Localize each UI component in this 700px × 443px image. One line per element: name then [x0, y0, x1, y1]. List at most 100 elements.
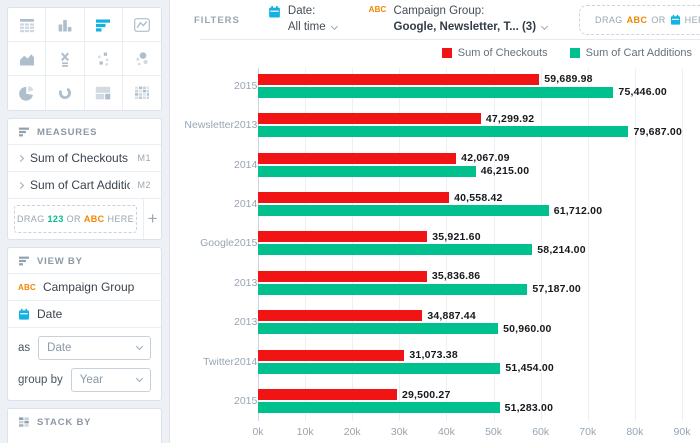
bar-value-label: 51,454.00	[505, 362, 554, 374]
bar-line: 50,960.00	[258, 323, 682, 334]
filter-label: Date:	[288, 4, 337, 20]
view-by-icon	[18, 255, 30, 267]
insight-canvas: FILTERS Date: All time ABC Campaign Grou…	[170, 0, 700, 443]
vis-type-bubble-chart-icon[interactable]	[123, 42, 161, 76]
chart-row: 201559,689.9875,446.00	[170, 66, 700, 105]
view-by-item-date[interactable]: Date	[8, 300, 161, 327]
bar-group: 35,836.8657,187.00	[258, 271, 682, 295]
bar-checkouts[interactable]	[258, 74, 539, 85]
vis-type-table-icon[interactable]	[8, 8, 46, 42]
bar-cart_additions[interactable]	[258, 166, 476, 177]
filters-label: FILTERS	[194, 15, 240, 26]
measure-item-cart-additions[interactable]: Sum of Cart Additions M2	[8, 171, 161, 198]
chart-row: 201440,558.4261,712.00	[170, 184, 700, 223]
x-tick-label: 60k	[532, 426, 549, 438]
bar-value-label: 61,712.00	[554, 205, 603, 217]
view-by-title: VIEW BY	[37, 256, 83, 267]
bar-line: 51,454.00	[258, 363, 682, 374]
legend-swatch	[442, 48, 452, 58]
year-label: 2013	[234, 316, 258, 328]
measure-tag: M1	[137, 153, 151, 163]
vis-type-bar-chart-icon[interactable]	[85, 8, 123, 42]
vis-type-column-chart-icon[interactable]	[46, 8, 84, 42]
add-measure-button[interactable]: +	[143, 199, 161, 239]
bar-checkouts[interactable]	[258, 231, 427, 242]
bar-line: 31,073.38	[258, 350, 682, 361]
bar-group: 42,067.0946,215.00	[258, 153, 682, 177]
chart-rows: 201559,689.9875,446.00Newsletter201347,2…	[170, 66, 700, 421]
campaign-group-filter[interactable]: ABC Campaign Group: Google, Newsletter, …	[369, 4, 547, 35]
expand-chevron-icon	[17, 154, 24, 161]
vis-type-pie-chart-icon[interactable]	[8, 76, 46, 110]
x-tick-label: 0k	[252, 426, 263, 438]
dz-text: OR	[67, 214, 81, 224]
year-label: 2013	[234, 119, 258, 131]
bar-checkouts[interactable]	[258, 113, 481, 124]
x-tick-label: 30k	[391, 426, 408, 438]
date-filter[interactable]: Date: All time	[268, 4, 337, 35]
bar-value-label: 31,073.38	[409, 349, 458, 361]
x-tick-label: 40k	[438, 426, 455, 438]
x-axis: 0k10k20k30k40k50k60k70k80k90k	[258, 421, 682, 443]
measure-item-checkouts[interactable]: Sum of Checkouts M1	[8, 144, 161, 171]
bar-checkouts[interactable]	[258, 271, 427, 282]
x-tick-label: 80k	[626, 426, 643, 438]
dz-text: DRAG	[595, 15, 623, 25]
as-label: as	[18, 342, 30, 354]
vis-type-area-chart-icon[interactable]	[8, 42, 46, 76]
bar-value-label: 51,283.00	[505, 402, 554, 414]
vis-type-scatter-plot-icon[interactable]	[85, 42, 123, 76]
bar-line: 59,689.98	[258, 74, 682, 85]
bar-checkouts[interactable]	[258, 389, 397, 400]
legend-label: Sum of Cart Additions	[586, 47, 692, 59]
filter-drop-zone[interactable]: DRAG ABC OR HERE	[579, 5, 700, 35]
dz-text: OR	[651, 15, 665, 25]
bar-cart_additions[interactable]	[258, 87, 613, 98]
chevron-down-icon	[331, 23, 338, 30]
bar-cart_additions[interactable]	[258, 244, 532, 255]
year-label: 2014	[234, 198, 258, 210]
chart-row: 201335,836.8657,187.00	[170, 263, 700, 302]
bar-line: 79,687.00	[258, 126, 682, 137]
measures-drop-zone[interactable]: DRAG 123 OR ABC HERE	[14, 205, 137, 233]
legend-swatch	[570, 48, 580, 58]
measure-label: Sum of Checkouts	[30, 151, 130, 165]
bar-line: 75,446.00	[258, 87, 682, 98]
bar-cart_additions[interactable]	[258, 323, 498, 334]
chart-row: 201442,067.0946,215.00	[170, 145, 700, 184]
bar-checkouts[interactable]	[258, 192, 449, 203]
granularity-select[interactable]: Year	[71, 368, 151, 392]
dz-text: DRAG	[17, 214, 45, 224]
measures-header: MEASURES	[8, 119, 161, 144]
vis-type-donut-chart-icon[interactable]	[46, 76, 84, 110]
bar-line: 35,836.86	[258, 271, 682, 282]
bar-cart_additions[interactable]	[258, 402, 500, 413]
vis-type-line-chart-icon[interactable]	[123, 8, 161, 42]
bar-line: 57,187.00	[258, 284, 682, 295]
legend-item-checkouts[interactable]: Sum of Checkouts	[442, 47, 548, 59]
measures-icon	[18, 126, 30, 138]
bar-value-label: 57,187.00	[532, 283, 581, 295]
view-by-item-campaign-group[interactable]: ABC Campaign Group	[8, 273, 161, 300]
legend-item-cart-additions[interactable]: Sum of Cart Additions	[570, 47, 692, 59]
date-dimension-select[interactable]: Date	[38, 336, 151, 360]
vis-type-heatmap-icon[interactable]	[123, 76, 161, 110]
vis-type-treemap-icon[interactable]	[85, 76, 123, 110]
bar-checkouts[interactable]	[258, 350, 404, 361]
dz-text: HERE	[685, 15, 700, 25]
bar-cart_additions[interactable]	[258, 284, 527, 295]
expand-chevron-icon	[17, 181, 24, 188]
calendar-icon	[18, 308, 30, 321]
bar-checkouts[interactable]	[258, 310, 422, 321]
stack-by-note: TO STACK BY AN ATTRIBUTE, AN INSIGHT CAN…	[8, 434, 161, 443]
bar-value-label: 59,689.98	[544, 73, 593, 85]
bar-line: 34,887.44	[258, 310, 682, 321]
measure-tag: M2	[137, 180, 151, 190]
vis-type-headline-icon[interactable]	[46, 42, 84, 76]
bar-cart_additions[interactable]	[258, 205, 549, 216]
x-tick-label: 50k	[485, 426, 502, 438]
year-label: 2013	[234, 277, 258, 289]
bar-cart_additions[interactable]	[258, 363, 500, 374]
bar-checkouts[interactable]	[258, 153, 456, 164]
bar-cart_additions[interactable]	[258, 126, 628, 137]
